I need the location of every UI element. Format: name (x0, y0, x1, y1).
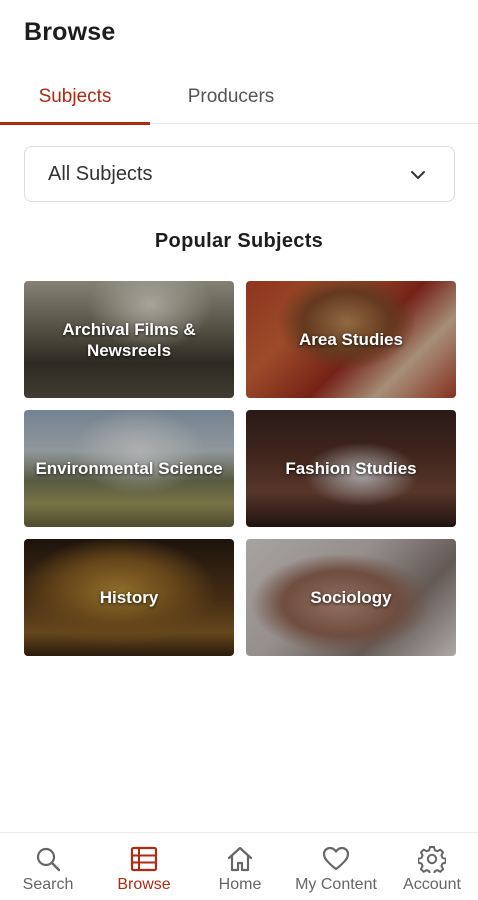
heart-icon (322, 846, 350, 871)
nav-browse[interactable]: Browse (96, 833, 192, 900)
browse-screen: Browse Subjects Producers All Subjects P… (0, 0, 478, 900)
subject-tile-label: Area Studies (299, 330, 403, 349)
home-icon (227, 846, 253, 872)
subject-tile-label: History (99, 588, 159, 607)
subject-tile-area-studies[interactable]: Area Studies (246, 281, 456, 398)
page-title: Browse (24, 18, 116, 46)
nav-label: Home (218, 876, 262, 893)
subject-select[interactable]: All Subjects (24, 146, 455, 202)
nav-my-content[interactable]: My Content (288, 833, 384, 900)
search-icon (36, 847, 61, 872)
subject-tile-sociology[interactable]: Sociology (246, 539, 456, 656)
subject-tile-label: Fashion Studies (285, 459, 417, 478)
nav-home[interactable]: Home (192, 833, 288, 900)
tab-producers[interactable]: Producers (156, 72, 306, 122)
subject-tile-history[interactable]: History (24, 539, 234, 656)
nav-account[interactable]: Account (384, 833, 478, 900)
nav-label: Search (22, 876, 74, 893)
subject-tile-fashion-studies[interactable]: Fashion Studies (246, 410, 456, 527)
subject-tile-label: Sociology (310, 588, 392, 607)
nav-label: Browse (117, 876, 171, 893)
nav-label: Account (403, 876, 461, 893)
subject-tile-environmental-science[interactable]: Environmental Science (24, 410, 234, 527)
chevron-down-icon (411, 171, 425, 179)
bottom-nav: Search Browse Home My Content Account (0, 832, 478, 900)
nav-label: My Content (295, 876, 377, 893)
active-tab-indicator (0, 122, 150, 125)
tab-bar: Subjects Producers (0, 72, 478, 125)
subject-select-value: All Subjects (48, 162, 153, 185)
subject-tile-archival-films[interactable]: Archival Films & Newsreels (24, 281, 234, 398)
section-title: Popular Subjects (154, 230, 324, 252)
gear-icon (418, 846, 446, 873)
subject-tile-label: Archival Films & Newsreels (62, 319, 196, 360)
browse-grid-icon (130, 846, 158, 872)
tab-subjects[interactable]: Subjects (0, 72, 150, 122)
subject-tile-label: Environmental Science (35, 459, 223, 478)
nav-search[interactable]: Search (0, 833, 96, 900)
